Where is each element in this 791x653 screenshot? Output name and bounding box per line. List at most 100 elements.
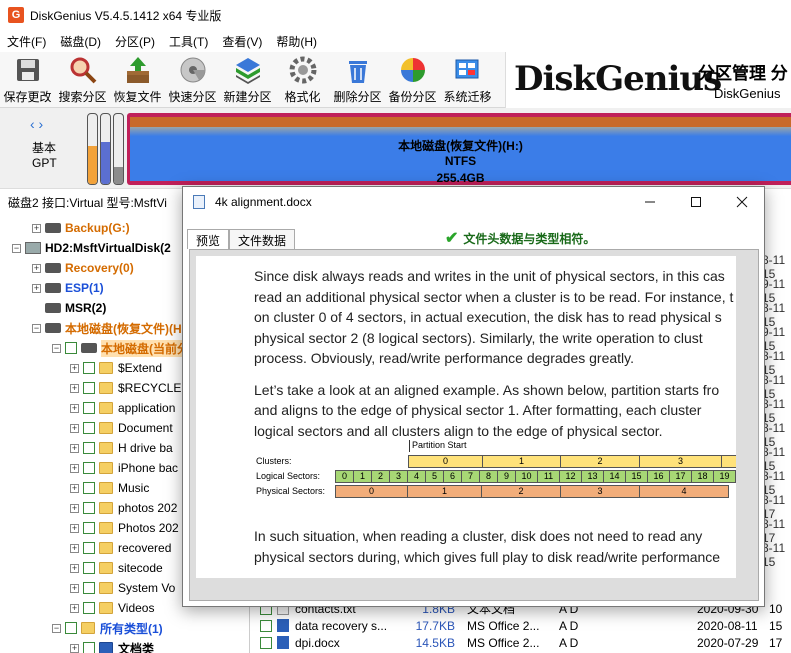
collapse-icon[interactable]: − bbox=[52, 623, 61, 633]
tree-checkbox[interactable] bbox=[83, 502, 95, 514]
tree-checkbox[interactable] bbox=[83, 362, 95, 374]
search-partition-label: 搜索分区 bbox=[58, 90, 107, 104]
tree-item-folder[interactable]: + iPhone bac bbox=[70, 458, 178, 478]
expand-icon[interactable]: + bbox=[32, 263, 41, 273]
tree-checkbox[interactable] bbox=[83, 522, 95, 534]
migrate-windows-icon bbox=[453, 55, 483, 85]
partition-bar-esp[interactable] bbox=[100, 113, 111, 185]
close-button[interactable] bbox=[719, 187, 765, 217]
expand-icon[interactable]: + bbox=[70, 603, 79, 613]
recover-files-button[interactable]: 恢复文件 bbox=[110, 52, 165, 106]
expand-icon[interactable]: + bbox=[70, 523, 79, 533]
partition-block-h[interactable]: 本地磁盘(恢复文件)(H:) NTFS 255.4GB bbox=[127, 113, 791, 185]
tree-item-hd2[interactable]: − HD2:MsftVirtualDisk(2 bbox=[12, 238, 171, 258]
tree-item-folder[interactable]: + recovered bbox=[70, 538, 171, 558]
tree-checkbox[interactable] bbox=[65, 622, 77, 634]
file-row[interactable]: data recovery s... 17.7KB MS Office 2...… bbox=[260, 617, 782, 634]
tree-item-folder[interactable]: + sitecode bbox=[70, 558, 163, 578]
tree-item-esp[interactable]: + ESP(1) bbox=[32, 278, 104, 298]
backup-partition-button[interactable]: 备份分区 bbox=[385, 52, 440, 106]
quick-partition-button[interactable]: 快速分区 bbox=[165, 52, 220, 106]
tree-item-label: MSR(2) bbox=[65, 301, 107, 315]
tab-file-data[interactable]: 文件数据 bbox=[229, 229, 296, 249]
expand-icon[interactable]: + bbox=[70, 463, 79, 473]
collapse-icon[interactable]: − bbox=[32, 323, 41, 333]
partition-bar-recovery[interactable] bbox=[87, 113, 98, 185]
expand-icon[interactable]: + bbox=[70, 503, 79, 513]
tree-item-label: 所有类型(1) bbox=[100, 621, 163, 636]
minimize-button[interactable] bbox=[627, 187, 673, 217]
tree-checkbox[interactable] bbox=[83, 642, 95, 653]
tree-checkbox[interactable] bbox=[83, 562, 95, 574]
menu-tools[interactable]: 工具(T) bbox=[162, 33, 215, 50]
expand-icon[interactable]: + bbox=[70, 383, 79, 393]
tree-checkbox[interactable] bbox=[83, 602, 95, 614]
tree-item-recovery[interactable]: + Recovery(0) bbox=[32, 258, 134, 278]
tree-item-folder[interactable]: + $RECYCLE. bbox=[70, 378, 185, 398]
menu-partition[interactable]: 分区(P) bbox=[108, 33, 162, 50]
menu-view[interactable]: 查看(V) bbox=[215, 33, 269, 50]
folder-icon bbox=[99, 542, 113, 554]
file-row[interactable]: dpi.docx 14.5KB MS Office 2... A D 2020-… bbox=[260, 634, 782, 651]
expand-icon[interactable]: + bbox=[70, 583, 79, 593]
tree-item-label: 文档类 bbox=[118, 641, 155, 653]
tree-item-msr[interactable]: MSR(2) bbox=[32, 298, 106, 318]
tree-item-folder[interactable]: + photos 202 bbox=[70, 498, 177, 518]
tree-item-current-partition[interactable]: − 本地磁盘(当前分 bbox=[52, 338, 189, 358]
menu-file[interactable]: 文件(F) bbox=[0, 33, 53, 50]
collapse-icon[interactable]: − bbox=[52, 343, 61, 353]
format-button[interactable]: 格式化 bbox=[275, 52, 330, 106]
maximize-button[interactable] bbox=[673, 187, 719, 217]
file-time: 17 bbox=[769, 635, 783, 650]
expand-icon[interactable]: + bbox=[70, 423, 79, 433]
tree-item-documents-type[interactable]: + 文档类 bbox=[70, 638, 154, 653]
tree-checkbox[interactable] bbox=[83, 542, 95, 554]
menu-help[interactable]: 帮助(H) bbox=[269, 33, 324, 50]
new-partition-button[interactable]: 新建分区 bbox=[220, 52, 275, 106]
tree-checkbox[interactable] bbox=[83, 382, 95, 394]
expand-icon[interactable]: + bbox=[32, 283, 41, 293]
tree-checkbox[interactable] bbox=[83, 402, 95, 414]
tree-item-folder[interactable]: + Music bbox=[70, 478, 149, 498]
disk-nav-arrows[interactable]: ‹ › bbox=[30, 116, 43, 132]
expand-icon[interactable]: + bbox=[70, 443, 79, 453]
tree-checkbox[interactable] bbox=[83, 582, 95, 594]
expand-icon[interactable]: + bbox=[70, 403, 79, 413]
expand-icon[interactable]: + bbox=[70, 363, 79, 373]
tree-checkbox[interactable] bbox=[83, 462, 95, 474]
tree-item-folder[interactable]: + System Vo bbox=[70, 578, 175, 598]
tree-checkbox[interactable] bbox=[83, 422, 95, 434]
expand-icon[interactable]: + bbox=[70, 483, 79, 493]
tree-item-folder[interactable]: + Videos bbox=[70, 598, 154, 618]
tree-item-folder[interactable]: + Document bbox=[70, 418, 173, 438]
file-checkbox[interactable] bbox=[260, 636, 272, 649]
tree-item-local-disk-h[interactable]: − 本地磁盘(恢复文件)(H bbox=[32, 318, 182, 338]
expand-icon[interactable]: + bbox=[70, 563, 79, 573]
brand-logo: DiskGenius bbox=[514, 59, 722, 99]
tree-item-all-types[interactable]: − 所有类型(1) bbox=[52, 618, 163, 638]
expand-icon[interactable]: + bbox=[70, 643, 79, 653]
delete-partition-button[interactable]: 删除分区 bbox=[330, 52, 385, 106]
save-changes-button[interactable]: 保存更改 bbox=[0, 52, 55, 106]
tree-item-backup[interactable]: + Backup(G:) bbox=[32, 218, 130, 238]
tree-checkbox[interactable] bbox=[83, 482, 95, 494]
format-label: 格式化 bbox=[284, 90, 321, 104]
expand-icon[interactable]: + bbox=[32, 223, 41, 233]
system-migration-button[interactable]: 系统迁移 bbox=[440, 52, 495, 106]
tab-preview[interactable]: 预览 bbox=[187, 229, 230, 249]
file-attr: A D bbox=[559, 618, 579, 633]
tree-item-folder[interactable]: + $Extend bbox=[70, 358, 162, 378]
tree-item-folder[interactable]: + H drive ba bbox=[70, 438, 173, 458]
tree-checkbox[interactable] bbox=[65, 342, 77, 354]
document-preview[interactable]: Since disk always reads and writes in th… bbox=[196, 256, 736, 578]
collapse-icon[interactable]: − bbox=[12, 243, 21, 253]
expand-icon[interactable]: + bbox=[70, 543, 79, 553]
tree-item-folder[interactable]: + Photos 202 bbox=[70, 518, 179, 538]
file-checkbox[interactable] bbox=[260, 619, 272, 632]
partition-bar-msr[interactable] bbox=[113, 113, 124, 185]
menu-disk[interactable]: 磁盘(D) bbox=[53, 33, 108, 50]
tree-checkbox[interactable] bbox=[83, 442, 95, 454]
search-partition-button[interactable]: 搜索分区 bbox=[55, 52, 110, 106]
tree-item-folder[interactable]: + application bbox=[70, 398, 175, 418]
drive-icon bbox=[81, 343, 97, 353]
